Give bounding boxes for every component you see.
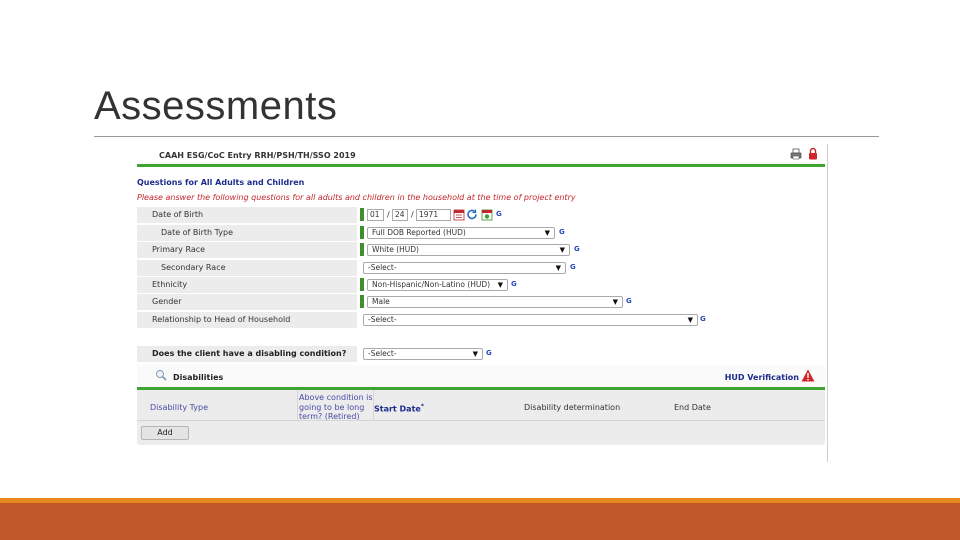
gender-label: Gender	[152, 297, 182, 306]
relationship-select[interactable]: -Select- ▼	[363, 314, 698, 326]
header-icons	[790, 147, 818, 160]
disabilities-rule	[137, 387, 825, 390]
required-marker	[360, 208, 364, 221]
disabilities-panel: Disabilities HUD Verification Disability…	[137, 365, 825, 445]
form-header: CAAH ESG/CoC Entry RRH/PSH/TH/SSO 2019	[137, 144, 828, 167]
dob-month-input[interactable]: 01	[367, 209, 384, 221]
dob-row: Date of Birth 01 / 24 / 1971 G	[137, 207, 737, 223]
instructions-text: Please answer the following questions fo…	[137, 193, 576, 202]
dob-type-row: Date of Birth Type Full DOB Reported (HU…	[137, 225, 737, 241]
g-icon[interactable]: G	[570, 263, 576, 271]
calendar-icon[interactable]	[453, 208, 465, 221]
required-marker	[360, 295, 364, 308]
secondary-race-row: Secondary Race -Select- ▼ G	[137, 260, 737, 276]
column-end-date: End Date	[674, 403, 711, 412]
chevron-down-icon: ▼	[544, 229, 550, 237]
ethnicity-label: Ethnicity	[152, 280, 188, 289]
assessment-form: CAAH ESG/CoC Entry RRH/PSH/TH/SSO 2019 Q…	[137, 144, 828, 464]
section-heading: Questions for All Adults and Children	[137, 178, 305, 187]
primary-race-row: Primary Race White (HUD) ▼ G	[137, 242, 737, 258]
gender-value: Male	[372, 297, 390, 306]
hud-verification-link[interactable]: HUD Verification	[725, 373, 799, 382]
dob-type-label: Date of Birth Type	[161, 228, 234, 237]
g-icon[interactable]: G	[559, 228, 565, 236]
print-icon[interactable]	[790, 148, 802, 160]
chevron-down-icon: ▼	[559, 246, 565, 254]
disabling-condition-value: -Select-	[368, 349, 397, 358]
disabilities-header: Disabilities HUD Verification	[137, 365, 825, 387]
required-marker	[360, 226, 364, 239]
chevron-down-icon: ▼	[687, 316, 693, 324]
date-separator: /	[411, 210, 414, 219]
secondary-race-value: -Select-	[368, 263, 397, 272]
lock-icon[interactable]	[808, 147, 818, 160]
dob-type-select[interactable]: Full DOB Reported (HUD) ▼	[367, 227, 555, 239]
dob-day-input[interactable]: 24	[392, 209, 408, 221]
g-icon[interactable]: G	[626, 297, 632, 305]
secondary-race-select[interactable]: -Select- ▼	[363, 262, 566, 274]
add-button[interactable]: Add	[141, 426, 189, 440]
secondary-race-label: Secondary Race	[161, 263, 226, 272]
column-disability-determination: Disability determination	[524, 403, 621, 412]
gender-row: Gender Male ▼ G	[137, 294, 737, 310]
dob-type-value: Full DOB Reported (HUD)	[372, 228, 466, 237]
ethnicity-select[interactable]: Non-Hispanic/Non-Latino (HUD) ▼	[367, 279, 508, 291]
ethnicity-value: Non-Hispanic/Non-Latino (HUD)	[372, 280, 491, 289]
g-icon[interactable]: G	[496, 210, 502, 218]
chevron-down-icon: ▼	[497, 281, 503, 289]
form-title: CAAH ESG/CoC Entry RRH/PSH/TH/SSO 2019	[159, 151, 356, 160]
required-asterisk: *	[420, 403, 424, 410]
calendar-icon[interactable]	[481, 208, 493, 221]
g-icon[interactable]: G	[574, 245, 580, 253]
column-start-date[interactable]: Start Date*	[374, 403, 424, 414]
dob-label: Date of Birth	[152, 210, 204, 219]
g-icon[interactable]: G	[486, 349, 492, 357]
chevron-down-icon: ▼	[555, 264, 561, 272]
relationship-value: -Select-	[368, 315, 397, 324]
g-icon[interactable]: G	[511, 280, 517, 288]
g-icon[interactable]: G	[700, 315, 706, 323]
relationship-row: Relationship to Head of Household -Selec…	[137, 312, 737, 328]
disabling-condition-label: Does the client have a disabling conditi…	[152, 349, 347, 358]
chevron-down-icon: ▼	[472, 350, 478, 358]
gender-select[interactable]: Male ▼	[367, 296, 623, 308]
column-disability-type[interactable]: Disability Type	[150, 403, 208, 412]
primary-race-select[interactable]: White (HUD) ▼	[367, 244, 570, 256]
ethnicity-row: Ethnicity Non-Hispanic/Non-Latino (HUD) …	[137, 277, 737, 293]
relationship-label: Relationship to Head of Household	[152, 315, 291, 324]
required-marker	[360, 278, 364, 291]
dob-year-input[interactable]: 1971	[416, 209, 451, 221]
primary-race-label: Primary Race	[152, 245, 206, 254]
search-icon[interactable]	[155, 369, 167, 381]
title-divider	[94, 136, 879, 137]
form-header-rule	[137, 164, 825, 167]
required-marker	[360, 243, 364, 256]
refresh-icon[interactable]	[466, 208, 478, 221]
column-long-term[interactable]: Above condition is going to be long term…	[299, 393, 373, 422]
disabilities-title: Disabilities	[173, 373, 224, 382]
footer-bar	[0, 503, 960, 540]
date-separator: /	[387, 210, 390, 219]
disabling-condition-select[interactable]: -Select- ▼	[363, 348, 483, 360]
chevron-down-icon: ▼	[612, 298, 618, 306]
primary-race-value: White (HUD)	[372, 245, 419, 254]
screenshot-border	[827, 144, 828, 462]
slide-title: Assessments	[94, 84, 338, 128]
warning-icon[interactable]	[801, 369, 815, 382]
disabling-condition-row: Does the client have a disabling conditi…	[137, 346, 737, 362]
